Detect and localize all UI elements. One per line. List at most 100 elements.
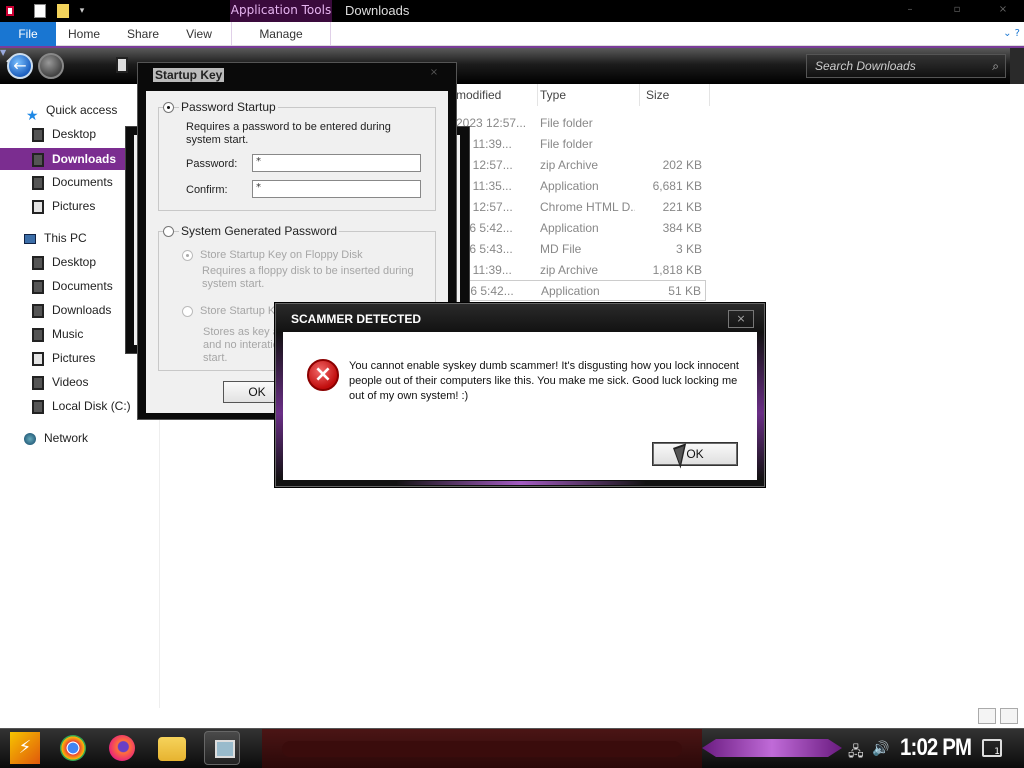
taskbar-decoration [262, 729, 702, 768]
table-row[interactable]: 23 12:57... Chrome HTML D... 221 KB [450, 197, 706, 218]
drive-icon [32, 399, 44, 414]
scammer-ok-button[interactable]: OK [652, 442, 738, 466]
nav-label: Desktop [52, 255, 97, 269]
computer-icon [24, 233, 36, 244]
nav-music[interactable]: Music [32, 323, 83, 345]
close-button[interactable]: × [988, 2, 1018, 18]
confirm-field[interactable]: * [252, 180, 421, 198]
pictures-icon [32, 351, 44, 366]
table-row[interactable]: 23 11:39... zip Archive 1,818 KB [450, 260, 706, 281]
nav-videos[interactable]: Videos [32, 371, 88, 393]
customize-quick-access-icon[interactable]: ▾ [77, 6, 87, 16]
local-radio[interactable] [182, 306, 193, 317]
nav-network[interactable]: Network [24, 427, 88, 449]
start-button[interactable]: ⚡ [10, 732, 40, 764]
downloads-icon [32, 152, 44, 167]
cell-type: Application [540, 221, 599, 235]
new-folder-icon[interactable] [57, 4, 69, 18]
column-type[interactable]: Type [534, 84, 640, 106]
cell-type: Application [540, 179, 599, 193]
window-title: Downloads [345, 3, 410, 18]
file-explorer-icon[interactable] [158, 737, 186, 761]
scammer-dialog-title: SCAMMER DETECTED [291, 312, 422, 326]
forward-button[interactable] [38, 53, 64, 79]
column-size[interactable]: Size [640, 84, 710, 106]
table-row[interactable]: 23 11:39... File folder [450, 134, 706, 155]
address-bar-edge [1010, 48, 1024, 84]
table-row[interactable]: 016 5:42... Application 384 KB [450, 218, 706, 239]
nav-this-pc[interactable]: This PC [24, 227, 87, 249]
chrome-icon[interactable] [60, 735, 86, 761]
floppy-radio[interactable] [182, 250, 193, 261]
system-generated-label: System Generated Password [179, 224, 340, 238]
volume-icon[interactable]: 🔊 [872, 741, 889, 757]
network-tray-icon[interactable]: 🖧 [848, 741, 864, 765]
nav-desktop[interactable]: Desktop [32, 123, 96, 145]
large-icons-view-icon[interactable] [1000, 708, 1018, 724]
maximize-button[interactable]: ▫ [942, 2, 972, 18]
nav-label: Network [44, 431, 89, 445]
table-row[interactable]: 2023 12:57... File folder [450, 113, 706, 134]
password-startup-radio[interactable] [163, 102, 174, 113]
nav-label: Desktop [52, 127, 97, 141]
taskbar-clock[interactable]: 1:02 PM [900, 734, 972, 762]
tab-view[interactable]: View [176, 22, 222, 46]
taskbar-accent [702, 739, 842, 757]
search-icon[interactable]: ⌕ [992, 55, 999, 77]
cell-size: 6,681 KB [652, 179, 702, 193]
nav-pc-downloads[interactable]: Downloads [32, 299, 111, 321]
tab-share[interactable]: Share [116, 22, 170, 46]
properties-icon[interactable] [34, 4, 46, 18]
nav-label: Pictures [52, 351, 96, 365]
minimize-button[interactable]: – [895, 2, 925, 18]
table-row[interactable]: 016 5:43... MD File 3 KB [450, 239, 706, 260]
local-desc-4: start. [203, 352, 228, 364]
search-input[interactable]: Search Downloads ⌕ [806, 54, 1006, 78]
syskey-taskbar-icon[interactable] [204, 731, 240, 765]
column-date-modified[interactable]: modified [450, 84, 538, 106]
system-generated-radio[interactable] [163, 226, 174, 237]
nav-label: Downloads [52, 152, 117, 166]
password-label: Password: [186, 158, 238, 170]
nav-label: Quick access [46, 103, 118, 117]
videos-icon [32, 375, 44, 390]
nav-pc-desktop[interactable]: Desktop [32, 251, 96, 273]
nav-pictures[interactable]: Pictures [32, 195, 95, 217]
documents-icon [32, 279, 44, 294]
startup-key-close-button[interactable]: × [424, 67, 444, 81]
tab-home[interactable]: Home [58, 22, 110, 46]
error-icon: × [307, 359, 339, 391]
app-icon[interactable] [4, 4, 16, 18]
tab-manage[interactable]: Manage [231, 22, 331, 46]
expand-ribbon-icon[interactable]: ⌄ ? [990, 26, 1020, 42]
notification-icon[interactable]: 1 [982, 739, 1002, 757]
nav-local-disk[interactable]: Local Disk (C:) [32, 395, 131, 417]
table-row[interactable]: 23 11:35... Application 6,681 KB [450, 176, 706, 197]
star-icon: ★ [26, 106, 39, 123]
nav-pc-pictures[interactable]: Pictures [32, 347, 95, 369]
local-desc-1: Stores a [203, 326, 244, 338]
nav-pc-documents[interactable]: Documents [32, 275, 113, 297]
details-view-icon[interactable] [978, 708, 996, 724]
nav-label: Music [52, 327, 84, 341]
scammer-dialog-close-button[interactable]: × [728, 310, 754, 328]
startup-key-title: Startup Key [153, 68, 225, 82]
nav-label: This PC [44, 231, 87, 245]
nav-documents[interactable]: Documents [32, 171, 113, 193]
cell-size: 3 KB [675, 242, 702, 256]
table-row[interactable]: 23 12:57... zip Archive 202 KB [450, 155, 706, 176]
cell-size: 202 KB [662, 158, 702, 172]
downloads-icon [32, 303, 44, 318]
password-startup-description: Requires a password to be entered during… [186, 121, 391, 146]
firefox-icon[interactable] [109, 735, 135, 761]
local-desc-2: s key a [243, 326, 279, 338]
title-bar: ▾ Application Tools Downloads – ▫ × [0, 0, 1024, 22]
taskbar: ⚡ 🖧 🔊 1:02 PM 1 [0, 728, 1024, 768]
tab-file[interactable]: File [0, 22, 56, 46]
nav-quick-access[interactable]: ★ Quick access [26, 99, 118, 123]
table-row-selected[interactable]: 016 5:42... Application 51 KB [450, 280, 706, 301]
password-field[interactable]: * [252, 154, 421, 172]
cell-type: Application [541, 284, 600, 298]
back-button[interactable]: ← [7, 53, 33, 79]
cell-type: MD File [540, 242, 582, 256]
